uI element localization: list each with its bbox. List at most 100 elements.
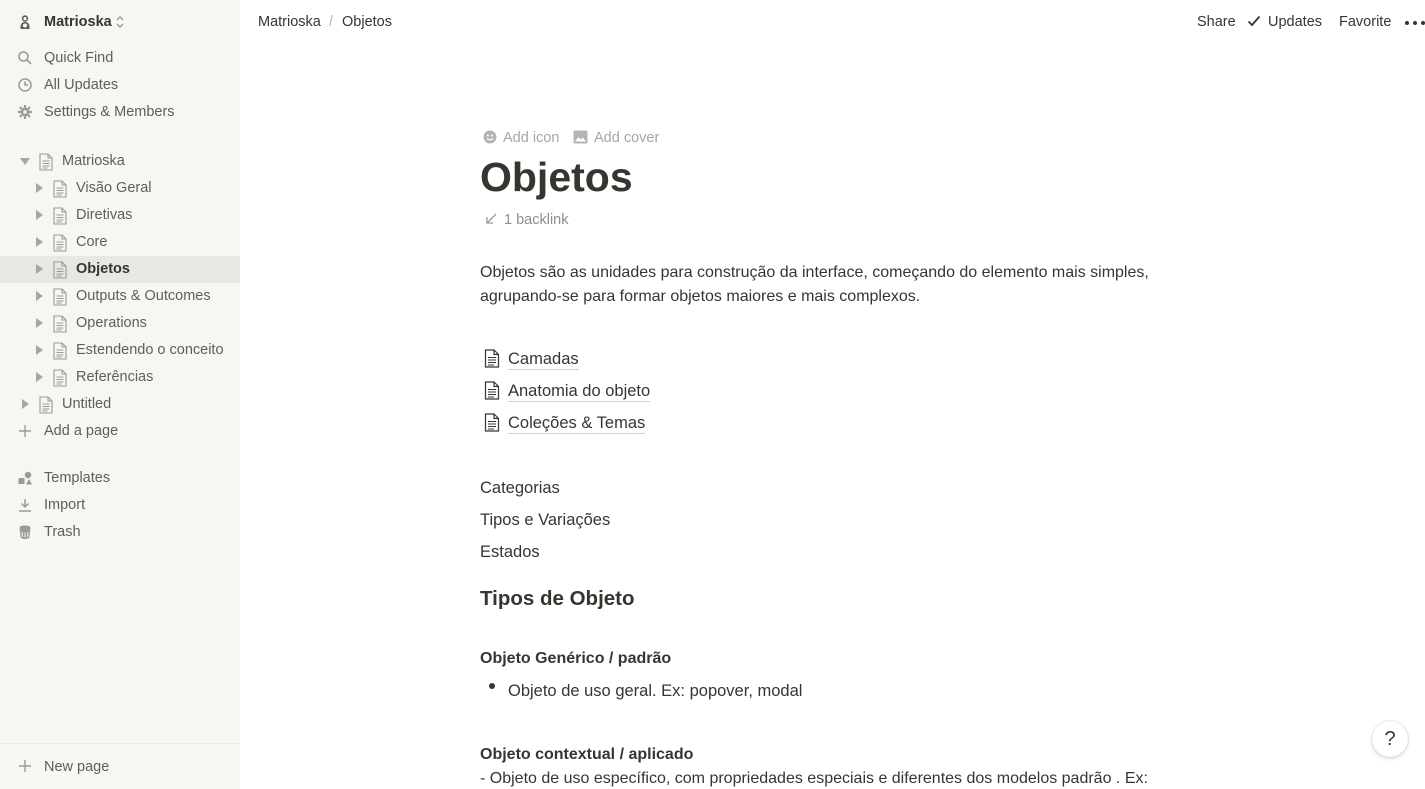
trash-button[interactable]: Trash (0, 519, 240, 546)
breadcrumb-workspace[interactable]: Matrioska (258, 14, 321, 30)
page-title[interactable]: Objetos (480, 154, 633, 201)
sidebar-page-label: Objetos (76, 261, 130, 277)
smiley-icon (483, 130, 497, 144)
clock-icon (18, 78, 32, 92)
sidebar-page-visao-geral[interactable]: Visão Geral (0, 175, 240, 202)
add-icon-label: Add icon (503, 130, 560, 146)
text-block-categorias[interactable]: Categorias (480, 479, 560, 498)
sidebar-page-outputs-outcomes[interactable]: Outputs & Outcomes (0, 283, 240, 310)
page-icon (484, 381, 500, 400)
sidebar-page-estendendo-o-conceito[interactable]: Estendendo o conceito (0, 337, 240, 364)
breadcrumb-separator: / (329, 14, 334, 30)
workspace-name: Matrioska (44, 14, 112, 30)
subheading-objeto-generico[interactable]: Objeto Genérico / padrão (480, 650, 671, 668)
new-page-button[interactable]: New page (0, 743, 240, 789)
backlink-arrow-icon (486, 213, 497, 224)
intro-line-1: Objetos são as unidades para construção … (480, 264, 1149, 281)
sidebar-page-core[interactable]: Core (0, 229, 240, 256)
add-page-label: Add a page (44, 423, 119, 439)
page-icon (53, 315, 67, 333)
sidebar-page-label: Visão Geral (76, 180, 152, 196)
sidebar-page-label: Referências (76, 369, 154, 385)
text-block-estados[interactable]: Estados (480, 543, 540, 562)
more-options-icon[interactable] (1404, 13, 1425, 33)
sidebar-page-label: Outputs & Outcomes (76, 288, 211, 304)
download-icon (19, 499, 31, 512)
sidebar-page-matrioska[interactable]: Matrioska (0, 148, 240, 175)
page-icon (484, 413, 500, 432)
text-block-contextual[interactable]: - Objeto de uso específico, com propried… (480, 770, 1148, 788)
add-cover-label: Add cover (594, 130, 660, 146)
subpage-title: Anatomia do objeto (508, 382, 651, 402)
plus-icon (19, 425, 31, 437)
quick-find-button[interactable]: Quick Find (0, 45, 240, 72)
page-icon (53, 369, 67, 387)
updates-button[interactable]: Updates (1247, 14, 1322, 30)
matrioska-logo-icon (20, 15, 30, 29)
add-page-button[interactable]: Add a page (0, 418, 240, 445)
triangle-right-icon[interactable] (33, 344, 45, 356)
sidebar-page-label: Operations (76, 315, 147, 331)
templates-label: Templates (44, 470, 111, 486)
trash-label: Trash (44, 524, 81, 540)
subpage-title: Coleções & Temas (508, 414, 646, 434)
checkmark-icon (1247, 15, 1261, 27)
sidebar-page-objetos[interactable]: Objetos (0, 256, 240, 283)
page-icon (39, 396, 53, 414)
page-icon (39, 153, 53, 171)
import-label: Import (44, 497, 86, 513)
subpage-title: Camadas (508, 350, 579, 370)
templates-button[interactable]: Templates (0, 465, 240, 492)
image-icon (573, 130, 588, 144)
heading-tipos-de-objeto[interactable]: Tipos de Objeto (480, 587, 635, 611)
triangle-down-icon[interactable] (19, 155, 31, 167)
triangle-right-icon[interactable] (33, 263, 45, 275)
add-cover-button[interactable]: Add cover (573, 130, 659, 146)
bullet-item[interactable]: Objeto de uso geral. Ex: popover, modal (508, 682, 802, 701)
sidebar-page-label: Core (76, 234, 108, 250)
sidebar-page-referencias[interactable]: Referências (0, 364, 240, 391)
backlink-count: 1 backlink (504, 212, 569, 228)
page-icon (484, 349, 500, 368)
updates-label: Updates (1268, 14, 1323, 30)
trash-icon (19, 525, 31, 539)
shapes-icon (18, 471, 32, 485)
triangle-right-icon[interactable] (33, 209, 45, 221)
backlink-button[interactable]: 1 backlink (484, 212, 568, 228)
favorite-button[interactable]: Favorite (1339, 14, 1391, 30)
text-block-tipos-variacoes[interactable]: Tipos e Variações (480, 511, 610, 530)
intro-paragraph[interactable]: Objetos são as unidades para construção … (480, 261, 1180, 309)
settings-members-button[interactable]: Settings & Members (0, 99, 240, 126)
subheading-objeto-contextual[interactable]: Objeto contextual / aplicado (480, 746, 693, 764)
triangle-right-icon[interactable] (33, 236, 45, 248)
breadcrumb-current-page[interactable]: Objetos (342, 14, 392, 30)
topbar: Matrioska / Objetos Share Updates Favori… (240, 0, 1425, 45)
triangle-right-icon[interactable] (33, 317, 45, 329)
share-button[interactable]: Share (1197, 14, 1236, 30)
sidebar-page-label: Untitled (62, 396, 112, 412)
chevron-updown-icon (116, 16, 124, 28)
triangle-right-icon[interactable] (19, 398, 31, 410)
triangle-right-icon[interactable] (33, 371, 45, 383)
sidebar-page-diretivas[interactable]: Diretivas (0, 202, 240, 229)
add-icon-button[interactable]: Add icon (483, 130, 559, 146)
sidebar-page-untitled[interactable]: Untitled (0, 391, 240, 418)
sidebar-page-label: Diretivas (76, 207, 133, 223)
gear-icon (18, 105, 32, 119)
page-icon (53, 234, 67, 252)
page-icon (53, 207, 67, 225)
workspace-switcher[interactable]: Matrioska (0, 9, 240, 36)
sidebar-page-operations[interactable]: Operations (0, 310, 240, 337)
page-icon (53, 342, 67, 360)
quick-find-label: Quick Find (44, 50, 114, 66)
page-icon (53, 180, 67, 198)
triangle-right-icon[interactable] (33, 290, 45, 302)
sidebar-page-label: Estendendo o conceito (76, 342, 224, 358)
triangle-right-icon[interactable] (33, 182, 45, 194)
all-updates-button[interactable]: All Updates (0, 72, 240, 99)
help-button[interactable]: ? (1372, 721, 1408, 757)
page-icon (53, 288, 67, 306)
intro-line-2: agrupando-se para formar objetos maiores… (480, 288, 921, 305)
new-page-label: New page (44, 759, 110, 775)
import-button[interactable]: Import (0, 492, 240, 519)
